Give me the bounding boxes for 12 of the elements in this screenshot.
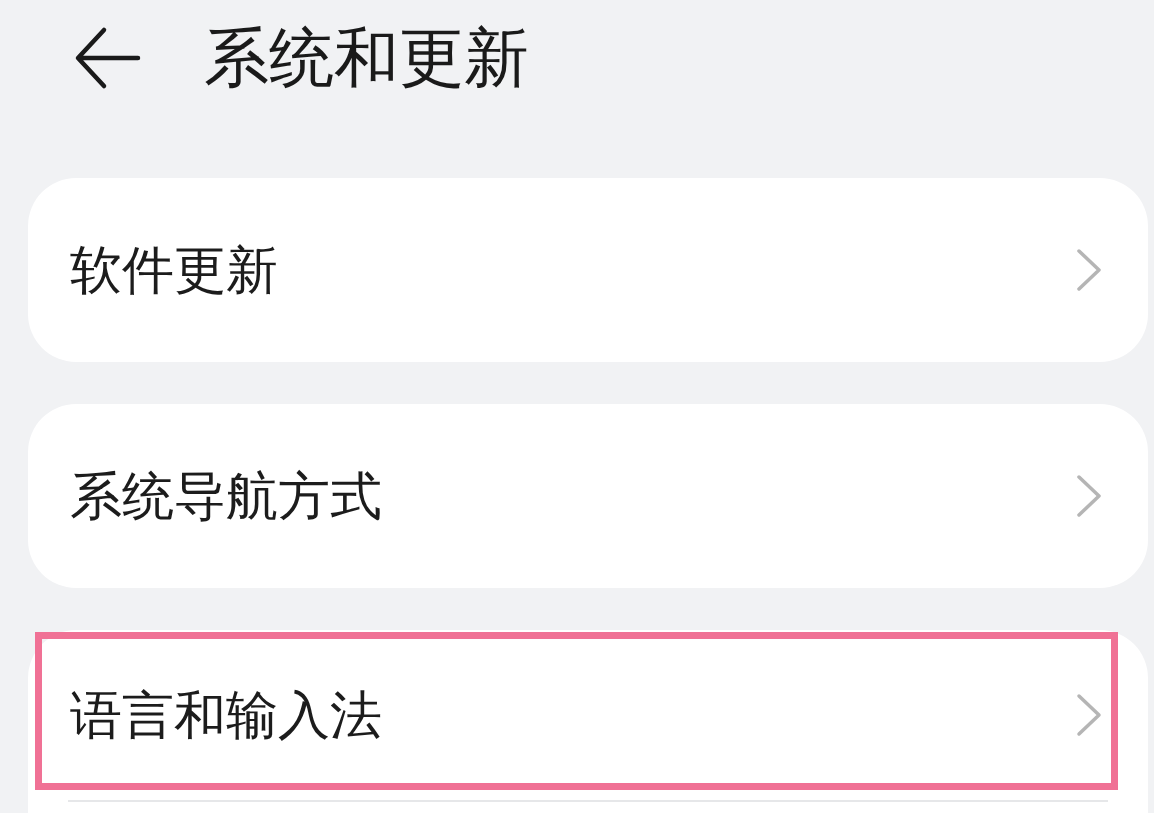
settings-item[interactable]: 系统导航方式: [28, 404, 1148, 588]
chevron-right-icon: [1076, 693, 1102, 737]
back-arrow-icon: [74, 26, 142, 90]
item-label: 软件更新: [70, 239, 279, 301]
settings-item[interactable]: 语言和输入法: [28, 630, 1148, 800]
chevron-right-icon: [1076, 248, 1102, 292]
settings-item[interactable]: 软件更新: [28, 178, 1148, 362]
back-button[interactable]: [74, 26, 142, 90]
chevron-right-icon: [1076, 474, 1102, 518]
item-label: 系统导航方式: [70, 465, 383, 527]
item-label: 语言和输入法: [70, 684, 383, 746]
page-title: 系统和更新: [204, 24, 529, 92]
